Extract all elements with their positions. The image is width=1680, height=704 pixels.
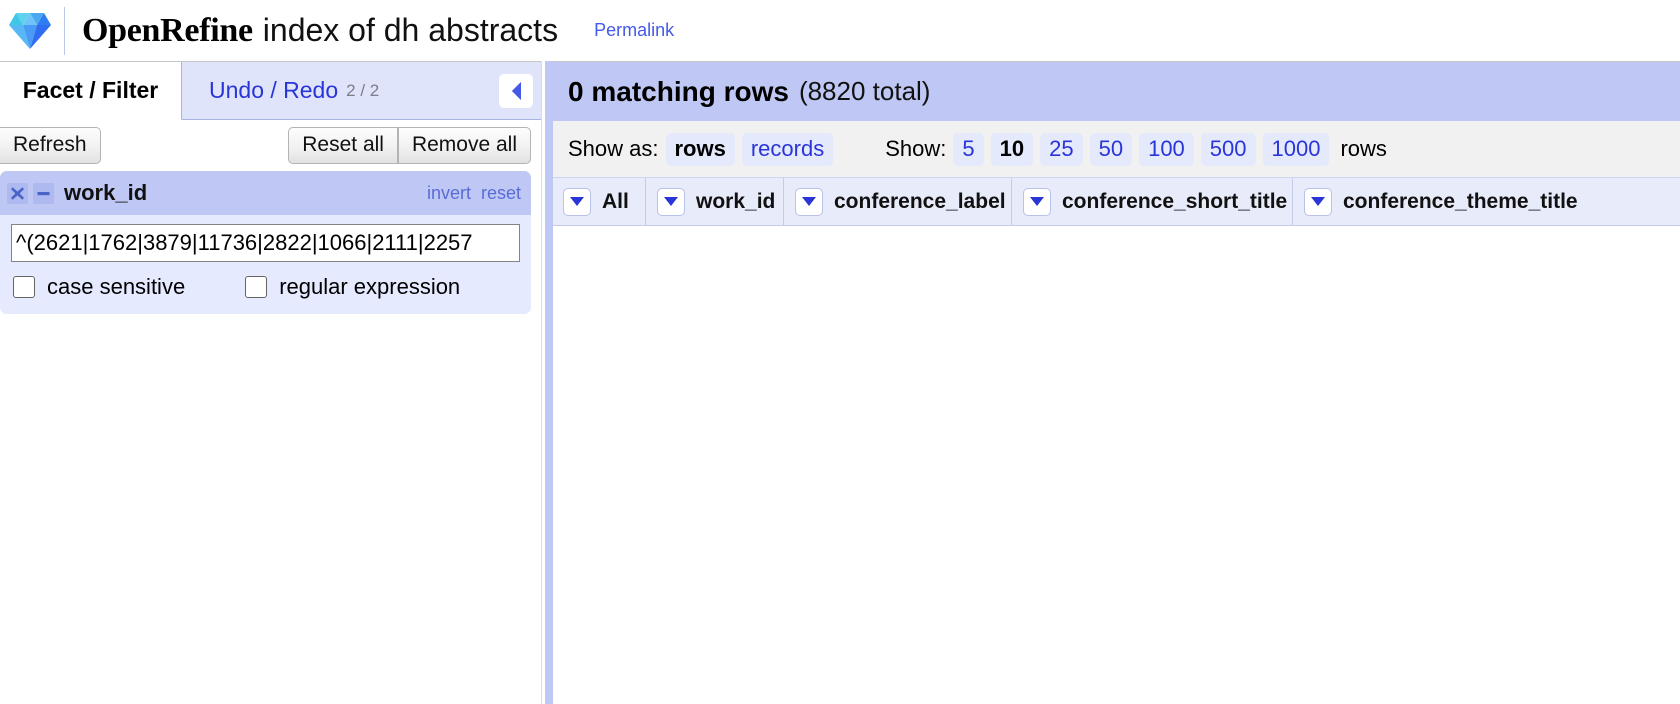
remove-all-button[interactable]: Remove all: [397, 127, 531, 164]
dropdown-triangle-icon[interactable]: [563, 187, 591, 216]
show-label: Show:: [885, 136, 947, 161]
facet-card-work-id: work_id invert reset case sensitive: [0, 171, 531, 314]
regular-expression-checkbox[interactable]: [245, 276, 268, 298]
rows-suffix-label: rows: [1340, 136, 1387, 161]
page-size-10[interactable]: 10: [990, 132, 1034, 166]
tab-undo-redo[interactable]: Undo / Redo 2 / 2: [182, 62, 541, 120]
column-name-conference-theme-title: conference_theme_title: [1343, 189, 1578, 213]
left-panel: Facet / Filter Undo / Redo 2 / 2 Refresh…: [0, 61, 541, 704]
column-header-conference-short-title[interactable]: conference_short_title: [1012, 178, 1293, 225]
column-header-all[interactable]: All: [552, 178, 646, 225]
facet-toolbar-right-group: Reset all Remove all: [288, 127, 531, 164]
dropdown-triangle-icon[interactable]: [657, 187, 685, 216]
matching-rows-count: 0 matching rows: [568, 75, 789, 107]
grid-column-headers: All work_id conference_label conference_…: [552, 178, 1680, 226]
case-sensitive-label: case sensitive: [47, 274, 186, 299]
diamond-gem-icon: [6, 9, 54, 53]
regular-expression-label: regular expression: [279, 274, 461, 299]
column-header-conference-theme-title[interactable]: conference_theme_title: [1293, 178, 1578, 225]
facet-reset-link[interactable]: reset: [481, 183, 521, 204]
show-as-label: Show as:: [568, 136, 659, 161]
facet-header-links: invert reset: [427, 183, 521, 204]
header-divider: [64, 6, 65, 55]
minimize-minus-icon[interactable]: [33, 182, 54, 204]
page-size-100[interactable]: 100: [1139, 132, 1194, 166]
facet-invert-link[interactable]: invert: [427, 183, 471, 204]
brand-title: OpenRefine: [82, 11, 253, 49]
project-title: index of dh abstracts: [262, 12, 559, 48]
dropdown-triangle-icon[interactable]: [1304, 187, 1332, 216]
facet-toolbar: Refresh Reset all Remove all: [0, 120, 541, 171]
page-size-group: Show: 5 10 25 50 100 500 1000 rows: [885, 132, 1387, 166]
facet-header: work_id invert reset: [0, 171, 531, 215]
page-size-1000[interactable]: 1000: [1262, 132, 1330, 166]
tab-undo-redo-label: Undo / Redo: [209, 77, 339, 103]
column-header-conference-label[interactable]: conference_label: [784, 178, 1012, 225]
panel-resize-divider[interactable]: [541, 61, 553, 704]
column-name-work-id: work_id: [696, 189, 776, 213]
body-split: Facet / Filter Undo / Redo 2 / 2 Refresh…: [0, 61, 1680, 704]
facet-title: work_id: [64, 180, 148, 205]
permalink-link[interactable]: Permalink: [594, 20, 674, 41]
summary-bar: 0 matching rows (8820 total): [552, 61, 1680, 121]
reset-all-button[interactable]: Reset all: [288, 127, 398, 164]
case-sensitive-checkbox[interactable]: [13, 276, 35, 298]
facet-list: work_id invert reset case sensitive: [0, 171, 541, 704]
chevron-left-icon[interactable]: [499, 74, 533, 108]
dropdown-triangle-icon[interactable]: [1023, 187, 1051, 216]
close-x-icon[interactable]: [7, 182, 28, 204]
grid-body-empty: [552, 226, 1680, 704]
dropdown-triangle-icon[interactable]: [795, 187, 823, 216]
column-name-conference-short-title: conference_short_title: [1062, 189, 1288, 213]
facet-body: case sensitive regular expression: [0, 215, 531, 314]
grid-controls-bar: Show as: rows records Show: 5 10 25 50 1…: [552, 121, 1680, 178]
right-panel: 0 matching rows (8820 total) Show as: ro…: [552, 61, 1680, 704]
regular-expression-option[interactable]: regular expression: [245, 274, 460, 300]
page-size-50[interactable]: 50: [1089, 132, 1133, 166]
page-size-5[interactable]: 5: [953, 132, 984, 166]
tab-undo-redo-count: 2 / 2: [346, 80, 380, 100]
case-sensitive-option[interactable]: case sensitive: [13, 274, 185, 300]
page-size-25[interactable]: 25: [1040, 132, 1083, 166]
show-as-records-option[interactable]: records: [741, 132, 834, 166]
show-as-rows-option[interactable]: rows: [665, 132, 735, 166]
page-size-500[interactable]: 500: [1200, 132, 1256, 166]
refresh-button[interactable]: Refresh: [0, 127, 101, 164]
app-header: OpenRefine index of dh abstracts Permali…: [0, 0, 1680, 61]
column-name-all: All: [602, 189, 629, 213]
column-header-work-id[interactable]: work_id: [646, 178, 784, 225]
total-rows-count: (8820 total): [798, 76, 931, 106]
facet-options: case sensitive regular expression: [11, 274, 520, 300]
facet-filter-input[interactable]: [11, 224, 520, 262]
tab-facet-filter[interactable]: Facet / Filter: [0, 62, 182, 120]
panel-tab-strip: Facet / Filter Undo / Redo 2 / 2: [0, 61, 541, 120]
tab-facet-filter-label: Facet / Filter: [22, 77, 159, 103]
column-name-conference-label: conference_label: [834, 189, 1006, 213]
